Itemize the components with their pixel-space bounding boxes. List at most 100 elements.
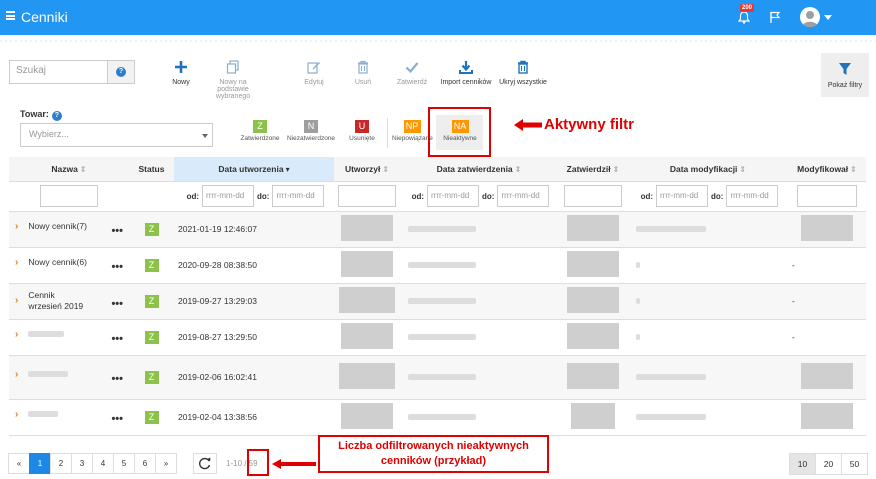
flag-icon[interactable] xyxy=(770,11,780,23)
column-header-created-date[interactable]: Data utworzenia ▾ xyxy=(174,157,334,182)
hide-all-button[interactable]: Ukryj wszystkie xyxy=(497,60,549,86)
table-row[interactable]: › ••• Z 2019-02-04 13:38:56 xyxy=(9,399,866,436)
expand-chevron-icon[interactable]: › xyxy=(9,257,18,268)
column-header-modification-date[interactable]: Data modyfikacji ⇕ xyxy=(628,157,788,182)
status-badge: Z xyxy=(144,258,159,272)
redacted-text xyxy=(408,414,476,420)
new-based-on-button[interactable]: Nowy na podstawie wybranego xyxy=(212,60,254,100)
redacted-text xyxy=(636,226,706,232)
redacted-text xyxy=(636,414,706,420)
sort-icon: ⇕ xyxy=(382,164,390,174)
plus-icon xyxy=(175,61,187,73)
row-menu-icon[interactable]: ••• xyxy=(111,373,123,385)
status-filter-approved[interactable]: Z Zatwierdzone xyxy=(238,120,282,142)
delete-button[interactable]: Usuń xyxy=(350,60,376,86)
column-header-status[interactable]: Status xyxy=(129,157,174,182)
created-from-input[interactable]: rrrr-mm-dd xyxy=(202,185,254,207)
pagination-page-3[interactable]: 3 xyxy=(71,453,93,474)
pagination-page-6[interactable]: 6 xyxy=(134,453,156,474)
pagination-prev[interactable]: « xyxy=(8,453,30,474)
row-menu-icon[interactable]: ••• xyxy=(111,298,123,310)
page-size-10[interactable]: 10 xyxy=(789,453,816,475)
search-input[interactable]: Szukaj xyxy=(9,60,107,84)
modified-to-input[interactable]: rrrr-mm-dd xyxy=(726,185,779,207)
redacted-text xyxy=(28,411,59,417)
search-help-button[interactable]: ? xyxy=(107,60,135,84)
approved-to-input[interactable]: rrrr-mm-dd xyxy=(497,185,550,207)
modified-by-filter-input[interactable] xyxy=(797,185,857,207)
sort-icon: ⇕ xyxy=(850,164,857,174)
column-header-created-by[interactable]: Utworzył ⇕ xyxy=(334,157,400,182)
redacted-block xyxy=(567,215,619,241)
annotation-highlight-box xyxy=(247,449,269,476)
modified-from-input[interactable]: rrrr-mm-dd xyxy=(656,185,708,207)
created-by-filter-input[interactable] xyxy=(338,185,396,207)
redacted-block xyxy=(567,323,619,349)
edit-button[interactable]: Edytuj xyxy=(300,60,328,86)
table-row[interactable]: › ••• Z 2019-08-27 13:29:50 - xyxy=(9,319,866,356)
show-filters-button[interactable]: Pokaż filtry xyxy=(821,53,869,97)
row-menu-icon[interactable]: ••• xyxy=(111,261,123,273)
created-to-input[interactable]: rrrr-mm-dd xyxy=(272,185,325,207)
row-menu-icon[interactable]: ••• xyxy=(111,333,123,345)
redacted-block xyxy=(567,287,619,313)
pagination-page-2[interactable]: 2 xyxy=(50,453,72,474)
column-header-modified-by[interactable]: Modyfikował ⇕ xyxy=(788,157,866,182)
pagination-page-5[interactable]: 5 xyxy=(113,453,135,474)
pagination-next[interactable]: » xyxy=(155,453,177,474)
refresh-button[interactable] xyxy=(193,453,217,474)
expand-chevron-icon[interactable]: › xyxy=(9,329,18,340)
created-date-cell: 2019-08-27 13:29:50 xyxy=(174,319,334,356)
column-header-approval-date[interactable]: Data zatwierdzenia ⇕ xyxy=(400,157,558,182)
expand-chevron-icon[interactable]: › xyxy=(9,295,18,306)
status-badge: Z xyxy=(144,370,159,384)
user-menu-caret-icon[interactable] xyxy=(824,15,832,20)
avatar[interactable] xyxy=(800,7,820,27)
pagination-page-1[interactable]: 1 xyxy=(29,453,51,474)
product-filter-label: Towar:? xyxy=(20,109,62,121)
new-button[interactable]: Nowy xyxy=(166,60,196,86)
row-menu-icon[interactable]: ••• xyxy=(111,413,123,425)
filter-icon xyxy=(839,63,851,75)
status-filter-deleted[interactable]: U Usunięte xyxy=(345,120,379,142)
column-header-name[interactable]: Nazwa ⇕ xyxy=(9,157,129,182)
bell-icon[interactable] xyxy=(738,11,750,24)
redacted-block xyxy=(567,251,619,277)
table-row[interactable]: › Nowy cennik(6) ••• Z 2020-09-28 08:38:50… xyxy=(9,247,866,284)
page-size-50[interactable]: 50 xyxy=(841,453,868,475)
approved-from-input[interactable]: rrrr-mm-dd xyxy=(427,185,479,207)
table-row[interactable]: ›Cennik wrzesień 2019 ••• Z 2019-09-27 13… xyxy=(9,283,866,320)
product-select[interactable]: Wybierz... xyxy=(20,123,213,147)
status-filter-unlinked[interactable]: NP Niepowiązane xyxy=(392,120,433,142)
redacted-text xyxy=(28,331,65,337)
import-pricelists-button[interactable]: Import cenników xyxy=(438,60,494,86)
table-row[interactable]: › Nowy cennik(7) ••• Z 2021-01-19 12:46:07 xyxy=(9,211,866,248)
pagination-page-4[interactable]: 4 xyxy=(92,453,114,474)
approve-button[interactable]: Zatwierdź xyxy=(393,60,431,86)
status-badge: Z xyxy=(144,410,159,424)
redacted-block xyxy=(341,323,393,349)
annotation-filtered-count: Liczba odfiltrowanych nieaktywnych cenni… xyxy=(318,435,549,473)
divider xyxy=(387,118,388,148)
redacted-text xyxy=(408,262,476,268)
table-row[interactable]: › ••• Z 2019-02-06 16:02:41 xyxy=(9,355,866,400)
expand-chevron-icon[interactable]: › xyxy=(9,409,18,420)
status-badge: Z xyxy=(144,294,159,308)
row-menu-icon[interactable]: ••• xyxy=(111,225,123,237)
name-filter-input[interactable] xyxy=(40,185,98,207)
page-size-20[interactable]: 20 xyxy=(815,453,842,475)
page-size-selector: 10 20 50 xyxy=(789,453,868,475)
download-icon xyxy=(459,61,473,74)
redacted-text xyxy=(408,374,476,380)
redacted-block xyxy=(341,251,393,277)
approved-by-filter-input[interactable] xyxy=(564,185,622,207)
expand-chevron-icon[interactable]: › xyxy=(9,221,18,232)
redacted-block xyxy=(567,363,619,389)
notification-badge: 200 xyxy=(740,4,755,12)
help-icon[interactable]: ? xyxy=(51,111,62,121)
top-bar: Cenniki 200 xyxy=(0,0,876,35)
hamburger-menu-icon[interactable] xyxy=(6,11,15,20)
column-header-approved-by[interactable]: Zatwierdził ⇕ xyxy=(558,157,628,182)
status-filter-unapproved[interactable]: N Niezatwierdzone xyxy=(287,120,335,142)
expand-chevron-icon[interactable]: › xyxy=(9,369,18,380)
